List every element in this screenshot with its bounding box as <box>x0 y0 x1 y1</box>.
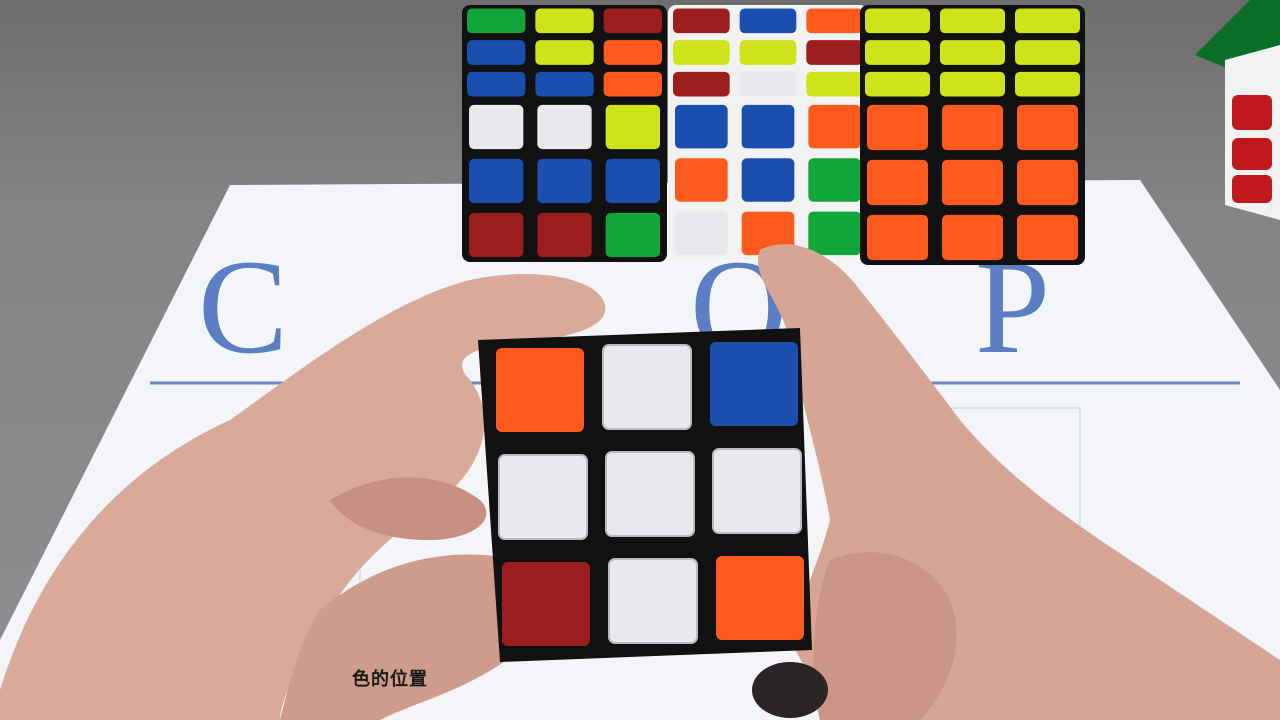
left-cube-front-sticker <box>537 158 592 204</box>
right-cube-top-sticker <box>940 8 1005 34</box>
right-cube-front-sticker <box>942 104 1003 151</box>
left-cube-top-sticker <box>467 71 526 97</box>
right-cube-front-sticker <box>867 159 928 206</box>
left-cube-front-sticker <box>537 212 592 258</box>
middle-cube-top-sticker <box>806 71 863 97</box>
scene: C O P <box>0 0 1280 720</box>
right-cube-top-sticker <box>865 40 930 65</box>
middle-cube-top-sticker <box>739 40 797 65</box>
right-cube-front-sticker <box>942 159 1003 206</box>
right-cube-top-sticker <box>940 71 1005 97</box>
middle-cube-top-sticker <box>673 8 730 34</box>
left-cube-top-sticker <box>603 40 662 65</box>
left-cube-front-sticker <box>469 158 524 204</box>
held-cube-sticker <box>716 556 804 640</box>
middle-cube-front-sticker <box>808 158 861 202</box>
middle-cube-front-sticker <box>741 104 795 149</box>
left-cube-top-sticker <box>535 8 594 34</box>
held-cube-sticker <box>605 451 695 537</box>
right-cube-top-sticker <box>1015 40 1080 65</box>
right-cube-front-sticker <box>942 214 1003 261</box>
edge-cube-partial <box>1195 0 1280 220</box>
middle-cube-top-sticker <box>739 71 797 97</box>
right-cube-front-sticker <box>1017 104 1078 151</box>
held-cube <box>478 328 812 662</box>
held-cube-sticker <box>602 344 692 430</box>
middle-cube-front-sticker <box>741 158 795 202</box>
middle-cube-front-sticker <box>808 211 861 256</box>
right-cube <box>860 5 1085 265</box>
middle-cube <box>668 5 868 260</box>
left-cube-top-sticker <box>535 40 594 65</box>
left-cube-front-sticker <box>605 158 660 204</box>
sheet-bottom-text: 色的位置 <box>352 669 428 690</box>
right-cube-front-sticker <box>867 104 928 151</box>
middle-cube-top-sticker <box>806 40 863 65</box>
right-cube-front-sticker <box>1017 214 1078 261</box>
sheet-letter-c: C <box>198 233 288 382</box>
middle-cube-front-sticker <box>675 104 728 149</box>
fingernail <box>752 662 828 718</box>
video-frame: C O P 色的位置 <box>0 0 1280 720</box>
left-cube-front-sticker <box>605 104 660 150</box>
right-cube-top-sticker <box>865 71 930 97</box>
right-cube-top-sticker <box>1015 71 1080 97</box>
left-cube-front-sticker <box>469 104 524 150</box>
left-cube-top-sticker <box>603 8 662 34</box>
left-cube-front-sticker <box>605 212 660 258</box>
left-cube-top-sticker <box>467 40 526 65</box>
held-cube-sticker <box>496 348 584 432</box>
left-cube-top-sticker <box>535 71 594 97</box>
left-cube <box>462 5 667 262</box>
held-cube-sticker <box>710 342 798 426</box>
middle-cube-front-sticker <box>675 158 728 202</box>
left-cube-top-sticker <box>467 8 526 34</box>
held-cube-sticker <box>712 448 802 534</box>
middle-cube-top-sticker <box>739 8 797 34</box>
right-cube-top-sticker <box>940 40 1005 65</box>
background-cubes <box>462 5 1085 265</box>
held-cube-sticker <box>502 562 590 646</box>
right-cube-top-sticker <box>865 8 930 34</box>
left-cube-front-sticker <box>537 104 592 150</box>
left-cube-front-sticker <box>469 212 524 258</box>
middle-cube-top-sticker <box>673 40 730 65</box>
middle-cube-front-sticker <box>675 211 728 256</box>
right-cube-top-sticker <box>1015 8 1080 34</box>
left-cube-top-sticker <box>603 71 662 97</box>
held-cube-sticker <box>608 558 698 644</box>
middle-cube-front-sticker <box>808 104 861 149</box>
right-cube-front-sticker <box>867 214 928 261</box>
middle-cube-top-sticker <box>673 71 730 97</box>
held-cube-sticker <box>498 454 588 540</box>
right-cube-front-sticker <box>1017 159 1078 206</box>
middle-cube-top-sticker <box>806 8 863 34</box>
